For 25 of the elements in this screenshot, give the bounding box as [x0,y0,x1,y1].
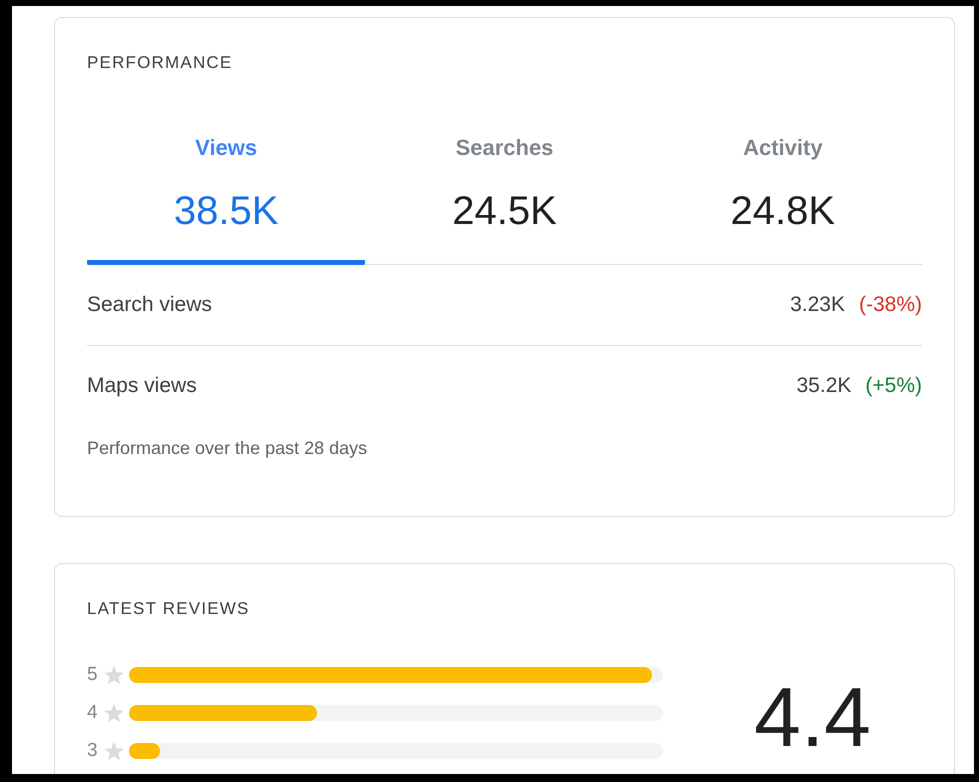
metric-tab[interactable]: Searches 24.5K [365,135,644,265]
metric-tab[interactable]: Activity 24.8K [644,135,922,265]
tab-label: Activity [742,135,824,161]
tab-label: Searches [454,135,554,161]
star-icon [103,702,125,724]
star-count: 5 [87,664,99,686]
metric-value: 3.23K [790,293,845,317]
change-percent: (-38%) [858,293,922,317]
change-percent: (+5%) [865,374,922,398]
card-title: PERFORMANCE [87,53,234,73]
metric-value: 24.8K [730,189,836,234]
star-icon [103,664,125,686]
metric-label: Maps views [87,374,197,398]
metric-value: 38.5K [172,189,280,234]
star-count: 3 [87,740,99,762]
star-count: 4 [87,702,99,724]
metric-value: 35.2K [796,374,852,398]
metric-label: Search views [87,293,212,317]
footnote: Performance over the past 28 days [87,438,368,459]
card-title: LATEST REVIEWS [87,599,251,619]
tab-label: Views [194,135,258,161]
average-rating: 4.4 [753,669,872,766]
star-icon [103,740,125,762]
metric-value: 24.5K [451,189,558,234]
metric-tab[interactable]: Views 38.5K [87,135,366,265]
